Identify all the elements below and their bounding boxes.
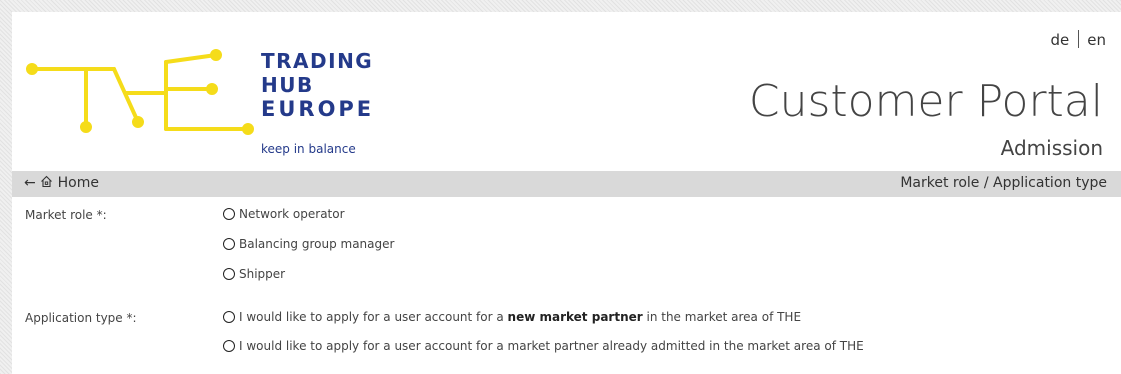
lang-en-link[interactable]: en — [1087, 31, 1106, 49]
radio-shipper[interactable]: Shipper — [223, 267, 285, 281]
home-label: Home — [57, 175, 99, 191]
page: TRADING HUB EUROPE keep in balance de en … — [12, 12, 1121, 374]
radio-new-market-partner[interactable]: I would like to apply for a user account… — [223, 310, 801, 324]
home-icon — [41, 175, 53, 188]
brand-line-1: TRADING — [261, 49, 374, 73]
navbar: ← Home Market role / Application type — [12, 171, 1121, 197]
language-switcher: de en — [1051, 30, 1106, 49]
brand-line-3: EUROPE — [261, 97, 375, 121]
tagline: keep in balance — [261, 142, 356, 156]
application-type-label: Application type *: — [25, 311, 137, 325]
radio-balancing-group-manager[interactable]: Balancing group manager — [223, 237, 394, 251]
option-label: Shipper — [239, 267, 286, 281]
lang-divider — [1078, 30, 1080, 48]
lang-de-link[interactable]: de — [1051, 31, 1070, 49]
radio-network-operator[interactable]: Network operator — [223, 207, 345, 221]
option-emphasis: new market partner — [507, 310, 643, 324]
market-role-label: Market role *: — [25, 208, 107, 222]
radio-circle-icon[interactable] — [223, 311, 235, 323]
option-label: Balancing group manager — [239, 237, 395, 251]
back-arrow-icon: ← — [24, 175, 36, 191]
option-label: Network operator — [239, 207, 345, 221]
option-label: I would like to apply for a user account… — [239, 310, 802, 324]
breadcrumb: Market role / Application type — [900, 175, 1107, 191]
radio-circle-icon[interactable] — [223, 268, 235, 280]
home-link[interactable]: ← Home — [24, 175, 99, 191]
radio-circle-icon[interactable] — [223, 238, 235, 250]
radio-circle-icon[interactable] — [223, 340, 235, 352]
option-label: I would like to apply for a user account… — [239, 339, 864, 353]
portal-subtitle: Admission — [1000, 136, 1103, 160]
radio-admitted-market-partner[interactable]: I would like to apply for a user account… — [223, 339, 864, 353]
radio-circle-icon[interactable] — [223, 208, 235, 220]
brand-line-2: HUB — [261, 73, 314, 97]
portal-title: Customer Portal — [748, 76, 1103, 127]
